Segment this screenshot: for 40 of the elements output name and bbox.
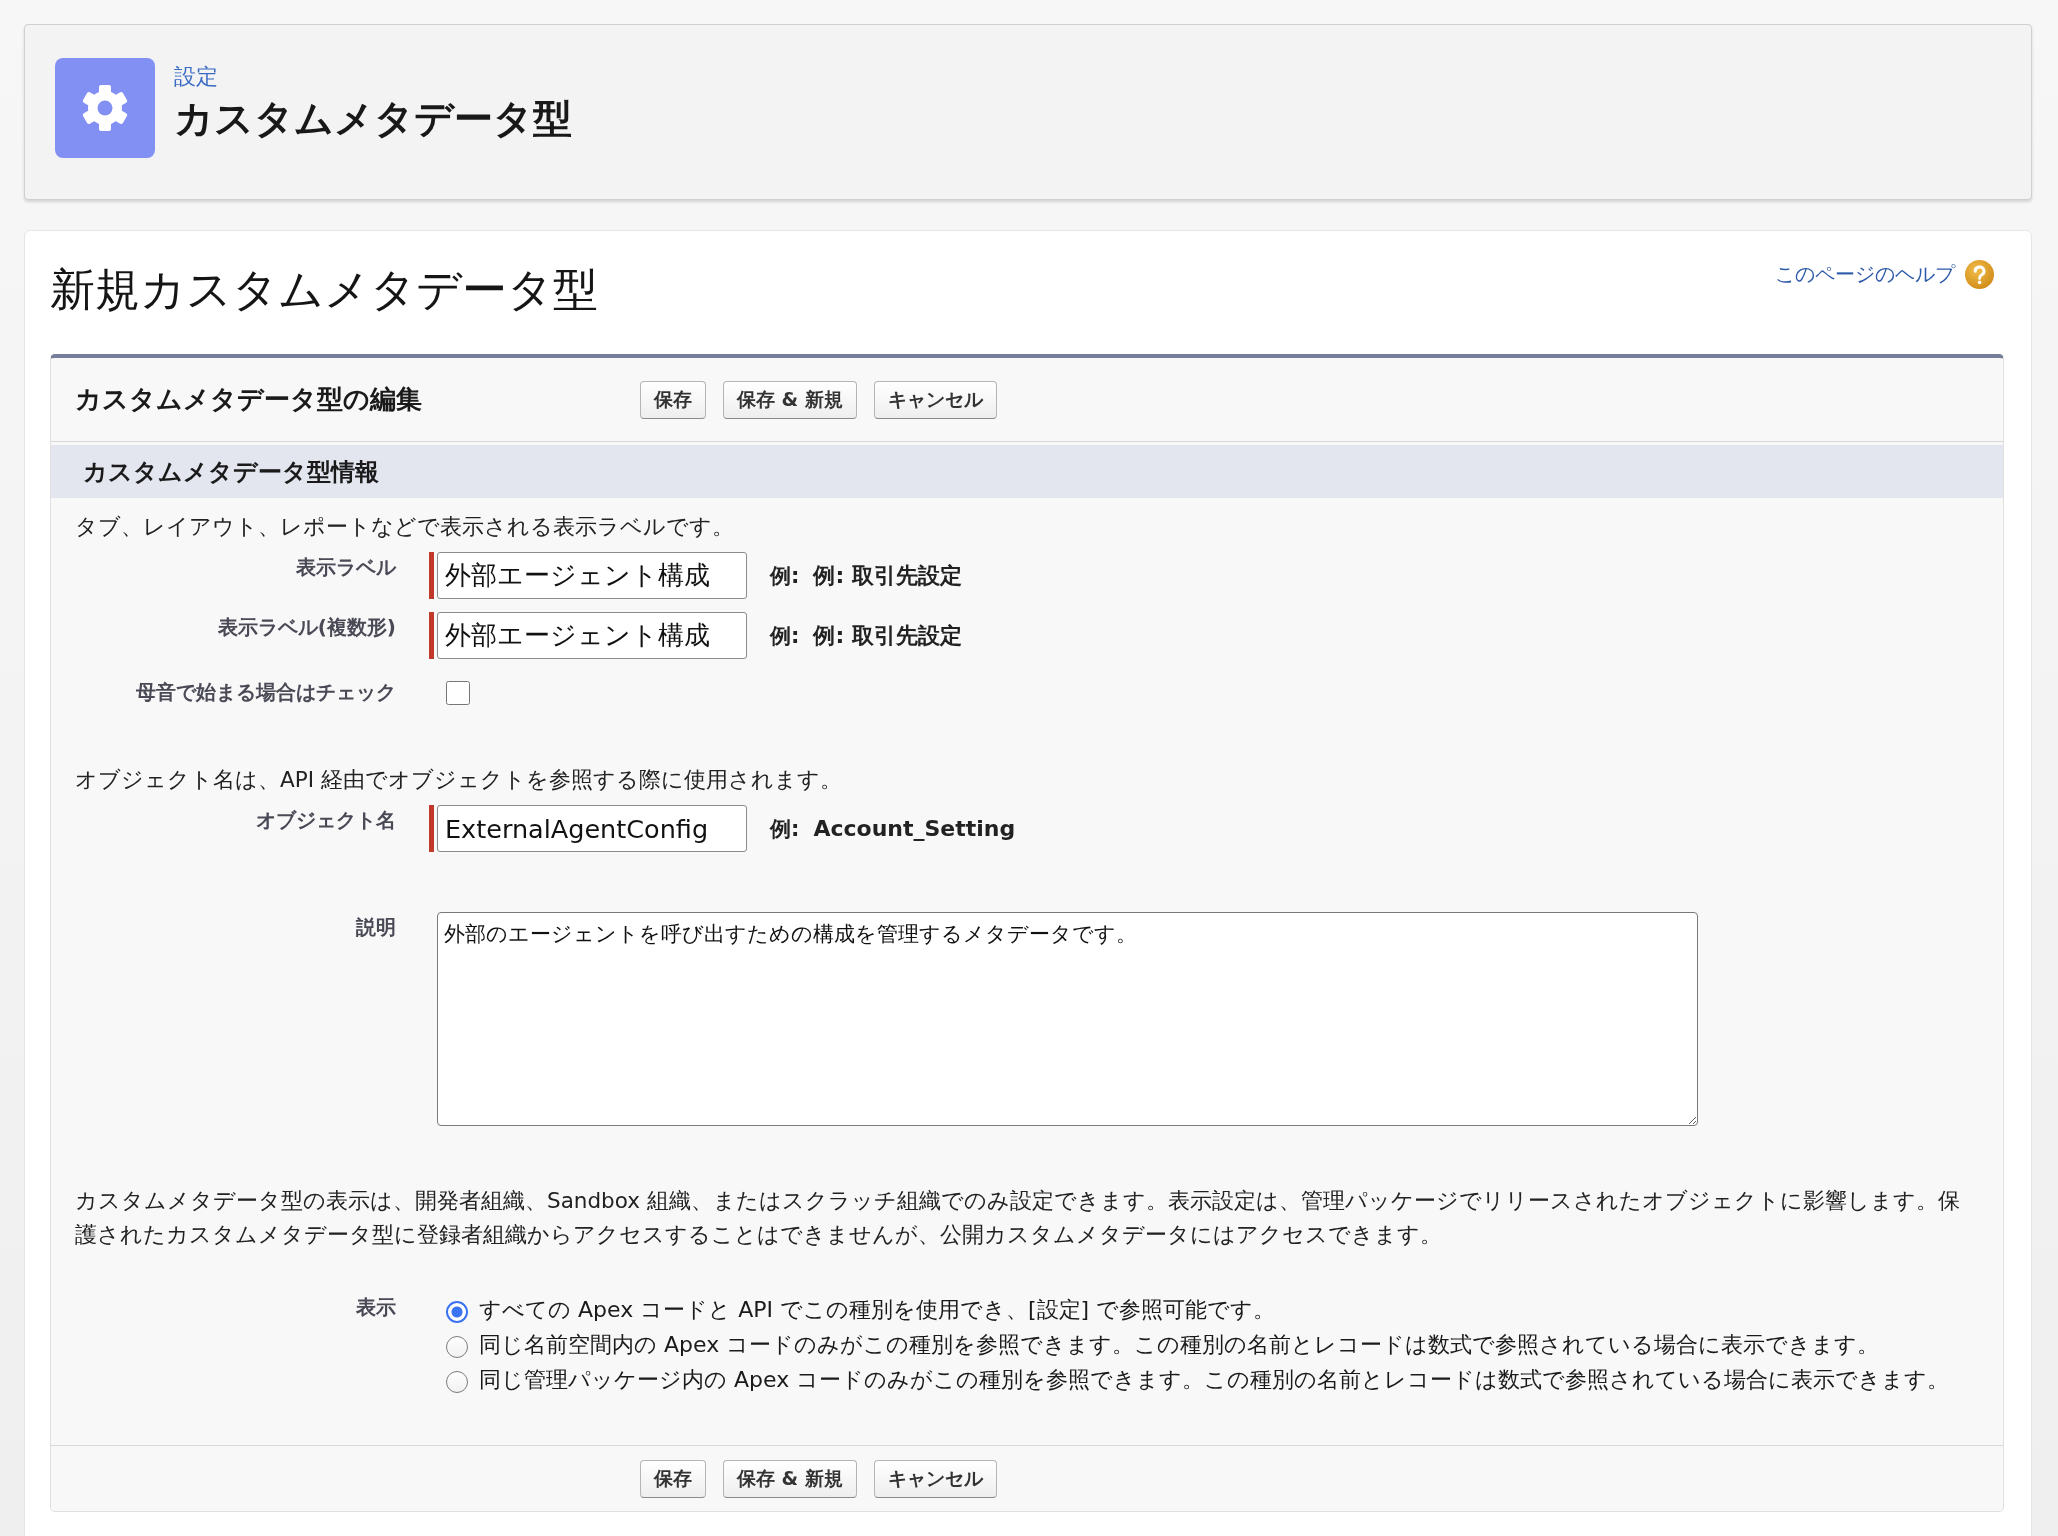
example-text: Account_Setting (813, 816, 1016, 841)
help-icon[interactable] (1965, 260, 1994, 289)
visibility-radio[interactable] (446, 1370, 468, 1393)
settings-icon (55, 58, 155, 158)
save-and-new-button[interactable]: 保存 & 新規 (723, 380, 857, 419)
field-label: 説明 (355, 914, 396, 939)
option-label: すべての Apex コードと API でこの種別を使用でき、[設定] で参照可能です。 (479, 1296, 1276, 1324)
example-text: 例: 取引先設定 (813, 621, 962, 650)
example-text: 例: 取引先設定 (813, 561, 962, 590)
text-input[interactable]: ExternalAgentConfig (437, 805, 747, 852)
page-title: 新規カスタムメタデータ型 (50, 263, 598, 317)
help-text: タブ、レイアウト、レポートなどで表示される表示ラベルです。 (75, 513, 735, 541)
text-input[interactable]: 外部エージェント構成 (437, 612, 747, 659)
save-button[interactable]: 保存 (640, 380, 706, 419)
cancel-button[interactable]: キャンセル (873, 380, 997, 419)
field-label: 表示 (355, 1294, 396, 1319)
panel-title: カスタムメタデータ型の編集 (75, 383, 423, 416)
example-prefix: 例: (770, 815, 800, 843)
vowel-checkbox[interactable] (446, 681, 470, 705)
help-text: カスタムメタデータ型の表示は、開発者組織、Sandbox 組織、またはスクラッチ組織でのみ設定できます。表示設定は、管理パッケージでリリースされたオブジェクトに影響します。保護されたカスタムメタデータ型に登録者組織からアクセスすることはできませんが、公開カスタムメタデータにはアクセスできます。 (75, 1187, 1961, 1249)
option-label: 同じ管理パッケージ内の Apex コードのみがこの種別を参照できます。この種別の名前とレコードは数式で参照されている場合に表示できます。 (479, 1366, 1950, 1394)
field-label: オブジェクト名 (255, 807, 396, 832)
visibility-radio[interactable] (446, 1335, 468, 1358)
help-link[interactable]: このページのヘルプ (1775, 261, 1955, 288)
cancel-button[interactable]: キャンセル (873, 1460, 997, 1498)
section-header: カスタムメタデータ型情報 (51, 445, 2003, 498)
description-field[interactable]: 外部のエージェントを呼び出すための構成を管理するメタデータです。 (437, 912, 1698, 1126)
example-prefix: 例: (770, 622, 800, 650)
visibility-radio[interactable] (446, 1300, 468, 1323)
field-label: 母音で始まる場合はチェック (135, 679, 396, 704)
help-text: オブジェクト名は、API 経由でオブジェクトを参照する際に使用されます。 (75, 766, 843, 794)
save-button[interactable]: 保存 (640, 1460, 706, 1498)
field-label: 表示ラベル(複数形) (216, 614, 396, 639)
field-label: 表示ラベル (295, 554, 396, 579)
breadcrumb-link[interactable]: 設定 (174, 63, 218, 91)
text-input[interactable]: 外部エージェント構成 (437, 552, 747, 599)
example-prefix: 例: (770, 562, 800, 590)
save-and-new-button[interactable]: 保存 & 新規 (723, 1460, 857, 1498)
header-title: カスタムメタデータ型 (174, 95, 572, 143)
option-label: 同じ名前空間内の Apex コードのみがこの種別を参照できます。この種別の名前とレコードは数式で参照されている場合に表示できます。 (479, 1331, 1880, 1359)
